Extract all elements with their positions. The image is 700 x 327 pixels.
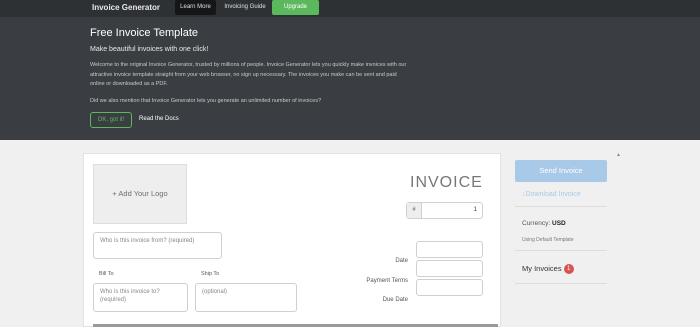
scroll-up-icon[interactable]: ▲: [616, 152, 621, 158]
due-date-label: Due Date: [382, 297, 408, 303]
date-label: Date: [395, 258, 408, 264]
payment-terms-field[interactable]: [416, 260, 483, 277]
number-prefix: #: [407, 203, 422, 218]
hero-question: Did we also mention that Invoice Generat…: [90, 98, 322, 104]
due-date-field[interactable]: [416, 279, 483, 296]
payment-terms-label: Payment Terms: [366, 278, 408, 284]
hero-description: Welcome to the original Invoice Generato…: [90, 62, 407, 88]
download-invoice-label: Download Invoice: [525, 191, 581, 198]
top-navbar: Invoice Generator Learn More Invoicing G…: [0, 0, 700, 17]
hero-title: Free Invoice Template: [90, 27, 199, 39]
divider: [515, 283, 607, 284]
read-the-docs-link[interactable]: Read the Docs: [139, 116, 179, 122]
invoice-number-input[interactable]: # 1: [406, 202, 483, 219]
currency-value: USD: [552, 220, 566, 227]
ok-got-it-button[interactable]: OK, got it!: [90, 112, 132, 128]
ship-to-field[interactable]: (optional): [195, 283, 297, 312]
bill-to-field[interactable]: Who is this invoice to? (required): [93, 283, 188, 312]
download-invoice-link[interactable]: ↓Download Invoice: [522, 191, 581, 198]
send-invoice-button[interactable]: Send Invoice: [515, 160, 607, 182]
invoice-title[interactable]: INVOICE: [410, 174, 483, 192]
invoice-count-badge: 1: [563, 264, 574, 274]
hero-banner: Free Invoice Template Make beautiful inv…: [0, 17, 700, 140]
divider: [515, 206, 607, 207]
date-field[interactable]: [416, 241, 483, 258]
from-field[interactable]: Who is this invoice from? (required): [93, 232, 222, 259]
main-area: + Add Your Logo Who is this invoice from…: [0, 140, 700, 327]
bill-to-label: Bill To: [99, 271, 114, 277]
ship-to-label: Ship To: [201, 271, 220, 277]
divider: [515, 250, 607, 251]
template-link[interactable]: Using Default Template: [522, 237, 574, 243]
hero-subtitle: Make beautiful invoices with one click!: [90, 46, 209, 53]
upgrade-button[interactable]: Upgrade: [272, 0, 319, 15]
learn-more-button[interactable]: Learn More: [175, 0, 216, 15]
brand-logo-text[interactable]: Invoice Generator: [92, 3, 160, 12]
my-invoices-label: My Invoices: [522, 264, 562, 273]
currency-selector[interactable]: Currency: USD: [522, 220, 566, 227]
invoice-card: + Add Your Logo Who is this invoice from…: [83, 153, 501, 327]
add-logo-button[interactable]: + Add Your Logo: [93, 164, 187, 224]
invoice-number-value[interactable]: 1: [474, 203, 477, 218]
invoicing-guide-link[interactable]: Invoicing Guide: [222, 0, 268, 15]
my-invoices-link[interactable]: My Invoices 1: [522, 264, 574, 274]
scrollbar[interactable]: ▲: [616, 152, 622, 327]
currency-label: Currency:: [522, 220, 551, 227]
sidebar: Send Invoice ↓Download Invoice Currency:…: [515, 140, 615, 327]
